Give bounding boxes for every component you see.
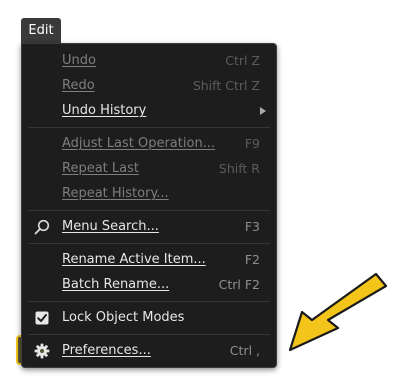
menu-search-label: Menu Search... — [62, 219, 159, 234]
menu-item-lock-object-modes[interactable]: Lock Object Modes — [22, 305, 276, 330]
menu-separator — [28, 210, 270, 211]
rename-active-label: Rename Active Item... — [62, 252, 206, 267]
edit-menu: Undo Ctrl Z Redo Shift Ctrl Z Undo Histo… — [21, 43, 277, 368]
redo-shortcut: Shift Ctrl Z — [192, 78, 260, 93]
gear-icon — [34, 343, 50, 359]
checkbox-checked-icon[interactable] — [34, 310, 50, 326]
menu-separator — [28, 301, 270, 302]
menu-item-redo[interactable]: Redo Shift Ctrl Z — [22, 73, 276, 98]
repeat-history-label: Repeat History... — [62, 186, 169, 201]
undo-history-label: Undo History — [62, 103, 147, 118]
batch-rename-label: Batch Rename... — [62, 277, 170, 292]
menu-item-adjust-last-operation[interactable]: Adjust Last Operation... F9 — [22, 131, 276, 156]
menu-search-shortcut: F3 — [244, 219, 260, 234]
menu-item-preferences[interactable]: Preferences... Ctrl , — [22, 338, 276, 363]
menu-separator — [28, 334, 270, 335]
menu-item-undo[interactable]: Undo Ctrl Z — [22, 48, 276, 73]
rename-active-shortcut: F2 — [244, 252, 260, 267]
menu-item-batch-rename[interactable]: Batch Rename... Ctrl F2 — [22, 272, 276, 297]
preferences-shortcut: Ctrl , — [229, 343, 260, 358]
submenu-arrow-icon — [260, 107, 266, 115]
menu-item-rename-active-item[interactable]: Rename Active Item... F2 — [22, 247, 276, 272]
adjust-last-shortcut: F9 — [244, 136, 260, 151]
redo-label: Redo — [62, 78, 95, 93]
adjust-last-label: Adjust Last Operation... — [62, 136, 216, 151]
search-icon — [34, 219, 50, 235]
edit-menu-tab[interactable]: Edit — [21, 18, 61, 44]
pointer-arrow-icon — [288, 272, 388, 352]
batch-rename-shortcut: Ctrl F2 — [218, 277, 260, 292]
menu-item-repeat-history[interactable]: Repeat History... — [22, 181, 276, 206]
menu-separator — [28, 127, 270, 128]
menu-item-menu-search[interactable]: Menu Search... F3 — [22, 214, 276, 239]
menu-separator — [28, 243, 270, 244]
lock-object-modes-label: Lock Object Modes — [62, 310, 185, 325]
preferences-label: Preferences... — [62, 343, 151, 358]
undo-shortcut: Ctrl Z — [225, 53, 260, 68]
undo-label: Undo — [62, 53, 96, 68]
menu-item-undo-history[interactable]: Undo History — [22, 98, 276, 123]
repeat-last-label: Repeat Last — [62, 161, 139, 176]
repeat-last-shortcut: Shift R — [218, 161, 260, 176]
menu-item-repeat-last[interactable]: Repeat Last Shift R — [22, 156, 276, 181]
